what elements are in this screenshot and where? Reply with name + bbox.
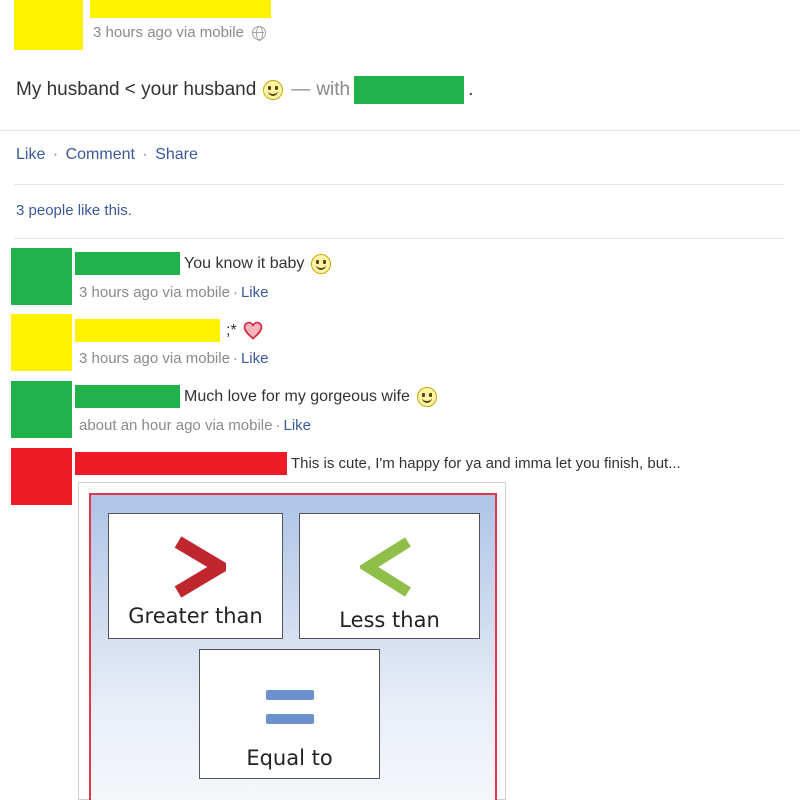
greater-than-symbol-icon	[174, 536, 226, 598]
post-timestamp[interactable]: 3 hours ago via mobile	[93, 24, 244, 41]
heart-icon	[243, 321, 263, 341]
comment-text: You know it baby	[184, 254, 305, 272]
attached-image[interactable]: Greater than Less than Equal to	[78, 482, 506, 800]
greater-than-card: Greater than	[108, 513, 283, 639]
status-text: My husband < your husband	[16, 79, 257, 100]
commenter-avatar-redacted[interactable]	[11, 314, 72, 371]
separator: ·	[142, 146, 148, 163]
divider	[14, 238, 784, 239]
comment-text: This is cute, I'm happy for ya and imma …	[291, 455, 681, 472]
comment-like-link[interactable]: Like	[241, 350, 269, 367]
equal-to-label: Equal to	[246, 746, 333, 770]
equal-to-card: Equal to	[199, 649, 380, 779]
comment-text: ;*	[226, 321, 237, 339]
comparison-chart-image: Greater than Less than Equal to	[89, 493, 497, 800]
comment-3-meta: about an hour ago via mobile · Like	[79, 417, 312, 434]
like-link[interactable]: Like	[16, 146, 45, 163]
comment-1: You know it baby	[75, 252, 332, 275]
commenter-name-redacted[interactable]	[75, 319, 220, 342]
comment-3: Much love for my gorgeous wife	[75, 385, 437, 408]
greater-than-label: Greater than	[128, 604, 263, 628]
separator: ·	[52, 146, 59, 163]
equal-symbol-icon	[266, 690, 314, 724]
commenter-avatar-redacted[interactable]	[11, 381, 72, 438]
commenter-name-redacted[interactable]	[75, 385, 180, 408]
post-meta: 3 hours ago via mobile	[93, 24, 266, 41]
status-with: with	[316, 79, 351, 100]
comment-4: This is cute, I'm happy for ya and imma …	[75, 452, 681, 475]
less-than-card: Less than	[299, 513, 480, 639]
share-link[interactable]: Share	[155, 146, 198, 163]
comment-timestamp[interactable]: about an hour ago via mobile	[79, 417, 272, 434]
smiley-icon	[311, 253, 332, 274]
comment-1-meta: 3 hours ago via mobile · Like	[79, 284, 269, 301]
post-status: My husband < your husband — with .	[16, 76, 473, 104]
comment-2: ;*	[75, 319, 263, 342]
poster-avatar-redacted[interactable]	[14, 0, 83, 50]
comment-text: Much love for my gorgeous wife	[184, 387, 410, 405]
commenter-avatar-redacted[interactable]	[11, 248, 72, 305]
comment-like-link[interactable]: Like	[283, 417, 311, 434]
smiley-icon	[263, 80, 284, 100]
divider	[0, 130, 800, 131]
post-actions: Like · Comment · Share	[16, 146, 198, 164]
poster-name-redacted[interactable]	[90, 0, 271, 18]
likes-count-link[interactable]: 3 people like this.	[16, 202, 132, 219]
commenter-avatar-redacted[interactable]	[11, 448, 72, 505]
divider	[14, 184, 784, 185]
comment-timestamp[interactable]: 3 hours ago via mobile	[79, 350, 230, 367]
globe-icon	[251, 25, 266, 41]
comment-like-link[interactable]: Like	[241, 284, 269, 301]
tagged-person-redacted[interactable]	[354, 76, 465, 104]
smiley-icon	[416, 386, 437, 407]
status-period: .	[468, 79, 474, 100]
status-dash: —	[291, 79, 311, 100]
comment-link[interactable]: Comment	[66, 146, 135, 163]
less-than-symbol-icon	[360, 537, 411, 597]
less-than-label: Less than	[339, 608, 440, 632]
comment-2-meta: 3 hours ago via mobile · Like	[79, 350, 269, 367]
commenter-name-redacted[interactable]	[75, 452, 287, 475]
commenter-name-redacted[interactable]	[75, 252, 180, 275]
comment-timestamp[interactable]: 3 hours ago via mobile	[79, 284, 230, 301]
